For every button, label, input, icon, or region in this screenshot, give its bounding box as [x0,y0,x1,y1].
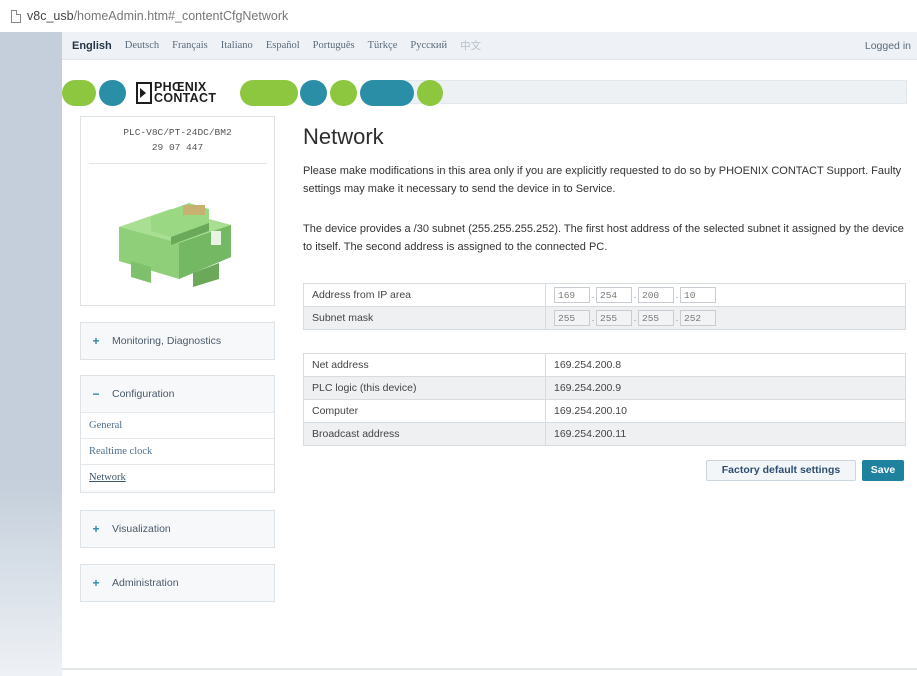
net-address-value: 169.254.200.8 [545,353,906,377]
address-inputs: ... [545,283,906,307]
save-button[interactable]: Save [862,460,904,481]
ip-octet-1-input[interactable] [554,287,590,303]
mask-octet-4-field [680,310,716,326]
address-label: Address from IP area [303,283,546,307]
nav-item-network[interactable]: Network [81,464,274,490]
address-info-table: Net address 169.254.200.8 PLC logic (thi… [303,353,906,446]
nav-configuration-label: Configuration [112,388,175,400]
logo-arrow-icon [136,82,152,104]
page-background-fade [0,480,62,676]
lang-italiano[interactable]: Italiano [221,40,253,51]
logo-decor-3 [240,80,298,106]
logo-decor-5 [330,80,357,106]
device-card: PLC-V8C/PT-24DC/BM2 29 07 447 [80,116,275,306]
expand-plus-icon[interactable]: + [90,522,102,536]
collapse-minus-icon[interactable]: − [90,387,102,401]
lang-turkce[interactable]: Türkçe [368,40,398,51]
mask-octet-3-field [638,310,674,326]
lang-portugues[interactable]: Português [313,40,355,51]
device-order-number: 29 07 447 [151,142,204,153]
document-icon [11,9,21,23]
divider [89,163,267,164]
ip-octet-2-input[interactable] [596,287,632,303]
table-row: Broadcast address 169.254.200.11 [303,422,906,446]
mask-octet-2-field [596,310,632,326]
language-bar: English Deutsch Français Italiano Españo… [62,32,917,60]
device-image [119,203,231,287]
nav-monitoring[interactable]: + Monitoring, Diagnostics [80,322,275,360]
broadcast-label: Broadcast address [303,422,546,446]
device-name: PLC-V8C/PT-24DC/BM2 [123,127,232,138]
ip-octet-3-input[interactable] [638,287,674,303]
lang-deutsch[interactable]: Deutsch [125,40,159,51]
lang-russian[interactable]: Русский [410,40,447,51]
table-row: PLC logic (this device) 169.254.200.9 [303,376,906,400]
nav-administration-label: Administration [112,577,179,589]
ip-settings-table: Address from IP area ... Subnet mask ... [303,283,906,330]
nav-monitoring-label: Monitoring, Diagnostics [112,335,222,347]
url-text[interactable]: v8c_usb/homeAdmin.htm#_contentCfgNetwork [27,9,288,23]
nav-administration[interactable]: + Administration [80,564,275,602]
lang-francais[interactable]: Français [172,40,208,51]
plc-logic-value: 169.254.200.9 [545,376,906,400]
expand-plus-icon[interactable]: + [90,576,102,590]
nav-visualization-label: Visualization [112,523,171,535]
phoenix-contact-logo: PHŒNIX CONTACT [136,80,216,106]
subnet-mask-inputs: ... [545,306,906,330]
logo-decor-7 [417,80,443,106]
nav-configuration: − Configuration General Realtime clock Ne… [80,375,275,493]
lang-chinese[interactable]: 中文 [460,38,481,53]
nav-item-realtime-clock[interactable]: Realtime clock [81,438,274,464]
subnet-mask-label: Subnet mask [303,306,546,330]
page-title: Network [303,124,384,149]
nav-visualization[interactable]: + Visualization [80,510,275,548]
mask-octet-1-field [554,310,590,326]
nav-configuration-header[interactable]: − Configuration [81,376,274,412]
table-row: Computer 169.254.200.10 [303,399,906,423]
plc-logic-label: PLC logic (this device) [303,376,546,400]
subnet-info-text: The device provides a /30 subnet (255.25… [303,223,904,253]
nav-item-general[interactable]: General [81,412,274,438]
ip-octet-4-input[interactable] [680,287,716,303]
logo-decor-1 [62,80,96,106]
logo-wordmark: PHŒNIX CONTACT [154,80,217,105]
factory-default-button[interactable]: Factory default settings [706,460,856,481]
content-panel-shadow [62,668,917,670]
computer-value: 169.254.200.10 [545,399,906,423]
header-band [380,80,907,104]
lang-english[interactable]: English [72,40,112,52]
computer-label: Computer [303,399,546,423]
table-row: Address from IP area ... [303,283,906,307]
warning-text: Please make modifications in this area o… [303,165,902,195]
login-status: Logged in [864,40,911,52]
net-address-label: Net address [303,353,546,377]
table-row: Net address 169.254.200.8 [303,353,906,377]
expand-plus-icon[interactable]: + [90,334,102,348]
logo-decor-2 [99,80,126,106]
lang-espanol[interactable]: Español [266,40,300,51]
address-bar[interactable]: v8c_usb/homeAdmin.htm#_contentCfgNetwork [0,0,917,32]
table-row: Subnet mask ... [303,306,906,330]
logo-decor-4 [300,80,327,106]
logo-decor-6 [360,80,414,106]
broadcast-value: 169.254.200.11 [545,422,906,446]
